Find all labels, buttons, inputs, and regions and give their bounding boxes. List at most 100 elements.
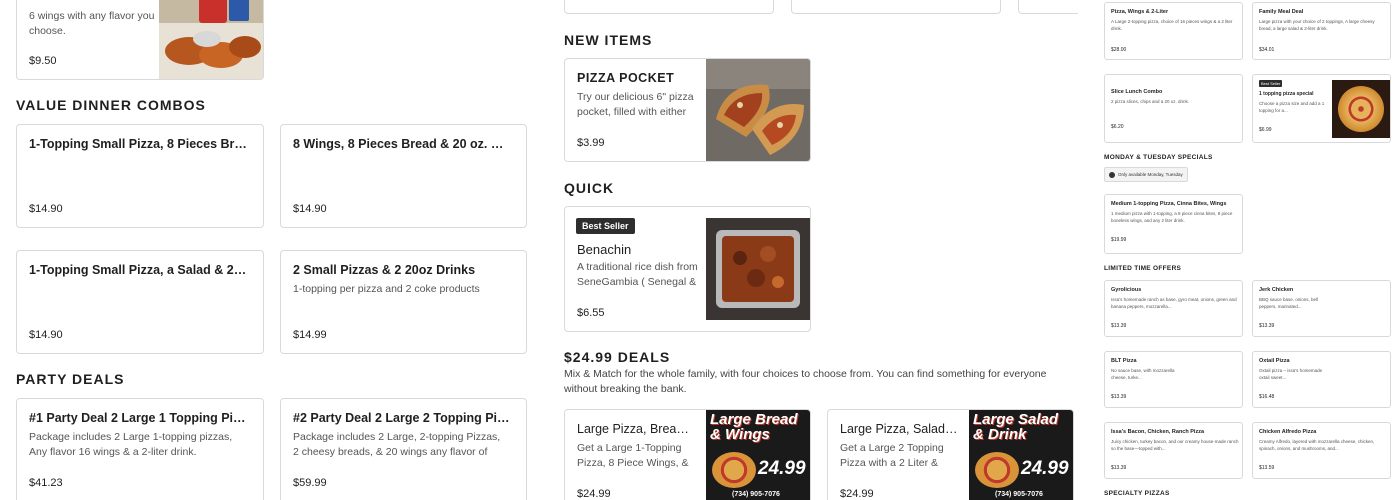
section-title-2499-deals: $24.99 DEALS (564, 349, 671, 365)
menu-item-card[interactable]: Issa's Bacon, Chicken, Ranch Pizza Juicy… (1104, 422, 1243, 479)
item-price: $59.99 (293, 477, 327, 489)
promo-pizza (975, 452, 1019, 488)
menu-item-card[interactable]: #1 Party Deal 2 Large 1 Topping Pizzas, … (16, 398, 264, 500)
item-description: Choose a pizza size and add a 1 topping … (1259, 101, 1325, 113)
promo-phone: (734) 905-7076 (732, 491, 780, 498)
clock-icon (1109, 171, 1115, 178)
menu-item-card[interactable]: Jerk Chicken BBQ sauce base, onions, bel… (1252, 280, 1391, 337)
menu-item-card[interactable]: Slice Lunch Combo 2 pizza slices, chips … (1104, 74, 1243, 143)
item-title: 1-Topping Small Pizza, 8 Pieces Bread & … (29, 137, 249, 151)
item-description: A traditional rice dish from SeneGambia … (577, 261, 698, 288)
menu-item-card[interactable]: 1-Topping Small Pizza, a Salad & 20oz So… (16, 250, 264, 354)
item-description: 2 pizza slices, chips and a 20 oz. drink… (1111, 99, 1190, 104)
item-title: #1 Party Deal 2 Large 1 Topping Pizzas, … (29, 411, 249, 425)
menu-item-card[interactable]: Pizza, Wings & 2-Liter A Large 2-topping… (1104, 2, 1243, 60)
section-title-monday-tuesday: MONDAY & TUESDAY SPECIALS (1104, 154, 1213, 161)
menu-item-card[interactable]: Best Seller Benachin A traditional rice … (564, 206, 811, 332)
item-title: Pizza, Wings & 2-Liter (1111, 9, 1169, 15)
item-price: $24.99 (840, 488, 874, 500)
menu-item-card[interactable]: Medium 1-topping Pizza, Cinna Bites, Win… (1104, 194, 1243, 254)
item-price: $6.55 (577, 307, 605, 319)
item-title: 1-Topping Small Pizza, a Salad & 20oz So… (29, 263, 253, 277)
item-title: Medium 1-topping Pizza, Cinna Bites, Win… (1111, 201, 1227, 207)
menu-item-card[interactable]: #2 Party Deal 2 Large 2 Topping Pizzas, … (280, 398, 527, 500)
item-price: $13.39 (1111, 394, 1127, 400)
item-title: Benachin (577, 242, 632, 257)
promo-pizza (712, 452, 756, 488)
item-title: Large Pizza, Salad, & 2 Liter (840, 422, 958, 436)
item-title: 2 Small Pizzas & 2 20oz Drinks (293, 263, 476, 277)
item-price: $41.23 (29, 477, 63, 489)
promo-image-text: Large Bread & Wings (710, 411, 798, 443)
promo-phone: (734) 905-7076 (995, 491, 1043, 498)
best-seller-badge: Best Seller (576, 218, 635, 234)
menu-item-card[interactable]: PIZZA POCKET Try our delicious 6" pizza … (564, 58, 811, 162)
menu-item-card[interactable]: Best Seller 1 topping pizza special Choo… (1252, 74, 1391, 143)
item-image (159, 0, 263, 79)
item-price: $24.99 (577, 488, 611, 500)
menu-item-card[interactable]: Oxtail Pizza Oxtail pizza – issa's homem… (1252, 351, 1391, 408)
item-image (706, 218, 810, 320)
item-description: Package includes 2 Large 1-topping pizza… (29, 431, 233, 458)
item-title: Family Meal Deal (1259, 9, 1304, 15)
item-price: $6.99 (1259, 127, 1272, 133)
menu-item-card[interactable]: 1-Topping Small Pizza, 8 Pieces Bread & … (16, 124, 264, 228)
item-price: $14.99 (293, 329, 327, 341)
menu-item-card[interactable] (791, 0, 1001, 14)
item-title: 8 Wings, 8 Pieces Bread & 20 oz. Soda. (293, 137, 508, 151)
item-price: $13.39 (1111, 323, 1127, 329)
menu-item-card[interactable]: BLT Pizza No sauce base, with mozzarella… (1104, 351, 1243, 408)
item-title: Jerk Chicken (1259, 287, 1294, 293)
item-title: Chicken Alfredo Pizza (1259, 429, 1317, 435)
menu-item-card[interactable]: 6 wings with any flavor you choose. $9.5… (16, 0, 264, 80)
item-price: $6.20 (1111, 124, 1124, 130)
section-title-party-deals: PARTY DEALS (16, 371, 125, 387)
promo-price: 24.99 (1021, 458, 1069, 479)
item-description: Issa's homemade ranch as base, gyro meat… (1111, 297, 1237, 309)
menu-item-card[interactable]: 2 Small Pizzas & 2 20oz Drinks 1-topping… (280, 250, 527, 354)
item-description: Try our delicious 6" pizza pocket, fille… (577, 91, 694, 118)
item-price: $9.50 (29, 55, 57, 67)
item-title: Issa's Bacon, Chicken, Ranch Pizza (1111, 429, 1205, 435)
section-title-limited-time: LIMITED TIME OFFERS (1104, 265, 1182, 272)
section-title-quick: QUICK (564, 180, 615, 196)
best-seller-badge: Best Seller (1259, 80, 1283, 87)
promo-price: 24.99 (758, 458, 806, 479)
item-image (706, 59, 810, 161)
item-description: 1 medium pizza with 1-topping, a 8 piece… (1111, 211, 1233, 223)
item-description: Creamy Alfredo, layered with mozzarella … (1259, 439, 1375, 451)
promo-image: Large Salad & Drink 24.99 (734) 905-7076 (969, 410, 1073, 500)
section-description: Mix & Match for the whole family, with f… (564, 368, 1047, 395)
item-price: $13.39 (1111, 465, 1127, 471)
item-title: Gyrolicious (1111, 287, 1142, 293)
menu-item-card[interactable] (564, 0, 774, 14)
menu-item-card[interactable]: Gyrolicious Issa's homemade ranch as bas… (1104, 280, 1243, 337)
menu-item-card[interactable] (1018, 0, 1078, 14)
item-description: No sauce base, with mozzarella cheese, t… (1111, 368, 1175, 380)
item-description: A Large 2-topping pizza, choice of 16 pi… (1111, 19, 1233, 31)
item-price: $28.00 (1111, 47, 1127, 53)
menu-item-card[interactable]: Chicken Alfredo Pizza Creamy Alfredo, la… (1252, 422, 1391, 479)
section-title-new-items: NEW ITEMS (564, 32, 653, 48)
promo-image: Large Bread & Wings 24.99 (734) 905-7076 (706, 410, 810, 500)
item-price: $16.48 (1259, 394, 1275, 400)
item-description: Juicy chicken, turkey bacon, and our cre… (1111, 439, 1239, 451)
menu-item-card[interactable]: Family Meal Deal Large pizza with your c… (1252, 2, 1391, 60)
item-description: 1-topping per pizza and 2 coke products (293, 283, 480, 295)
item-description: BBQ sauce base, onions, bell peppers, ma… (1259, 297, 1319, 309)
item-description: Oxtail pizza – issa's homemade oxtail sw… (1259, 368, 1323, 380)
item-price: $14.90 (29, 203, 63, 215)
item-description: Get a Large 2 Topping Pizza with a 2 Lit… (840, 442, 944, 469)
section-title-value-dinner: VALUE DINNER COMBOS (16, 97, 206, 113)
item-price: $34.01 (1259, 47, 1275, 53)
item-description: Package includes 2 Large, 2-topping Pizz… (293, 431, 501, 458)
menu-item-card[interactable]: Large Pizza, Salad, & 2 Liter Get a Larg… (827, 409, 1074, 500)
item-price: $14.90 (29, 329, 63, 341)
item-description: Large pizza with your choice of 2 toppin… (1259, 19, 1375, 31)
menu-item-card[interactable]: 8 Wings, 8 Pieces Bread & 20 oz. Soda. $… (280, 124, 527, 228)
item-price: $19.99 (1111, 237, 1127, 243)
item-price: $14.90 (293, 203, 327, 215)
item-price: $13.39 (1259, 323, 1275, 329)
item-title: #2 Party Deal 2 Large 2 Topping Pizzas, … (293, 411, 513, 425)
menu-item-card[interactable]: Large Pizza, Bread, & Wings Get a Large … (564, 409, 811, 500)
